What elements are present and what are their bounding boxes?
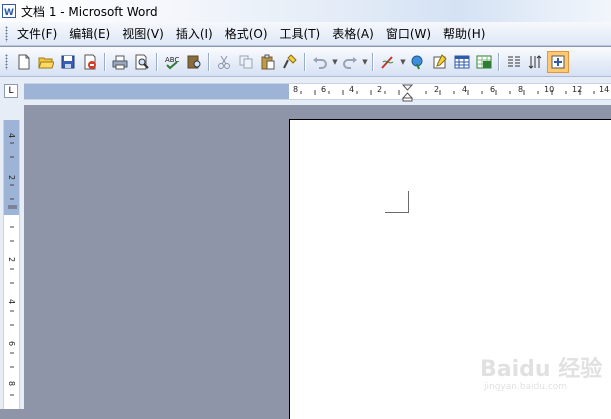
- title-bar: W 文档 1 - Microsoft Word: [0, 0, 611, 22]
- columns-icon[interactable]: [503, 51, 525, 73]
- print-icon[interactable]: [109, 51, 131, 73]
- hyperlink-icon[interactable]: [407, 51, 429, 73]
- ink-icon[interactable]: [377, 51, 399, 73]
- hruler-label: 8: [518, 85, 524, 94]
- undo-icon[interactable]: [309, 51, 331, 73]
- hruler-label: 6: [321, 85, 327, 94]
- vruler-label: 4: [7, 132, 17, 139]
- hruler-label: 4: [462, 85, 468, 94]
- toolbar-separator: [208, 52, 210, 71]
- ink-dropdown-icon[interactable]: ▼: [399, 58, 407, 66]
- horizontal-ruler-area: L 8 6 4 2 2 4 6 8 10 12 14: [0, 77, 611, 105]
- hruler-label: 2: [377, 85, 383, 94]
- redo-icon[interactable]: [339, 51, 361, 73]
- paste-icon[interactable]: [257, 51, 279, 73]
- tables-borders-icon[interactable]: [429, 51, 451, 73]
- toolbar-separator: [156, 52, 158, 71]
- svg-text:W: W: [4, 8, 14, 17]
- menu-file[interactable]: 文件(F): [13, 25, 65, 42]
- menu-help[interactable]: 帮助(H): [439, 25, 493, 42]
- hruler-label: 6: [490, 85, 496, 94]
- menu-edit[interactable]: 编辑(E): [65, 25, 118, 42]
- open-folder-icon[interactable]: [35, 51, 57, 73]
- hruler-label: 12: [572, 85, 583, 94]
- toolbar-grip-handle[interactable]: [5, 53, 8, 70]
- hruler-label: 2: [434, 85, 440, 94]
- menu-bar: 文件(F) 编辑(E) 视图(V) 插入(I) 格式(O) 工具(T) 表格(A…: [0, 22, 611, 46]
- save-icon[interactable]: [57, 51, 79, 73]
- menu-format[interactable]: 格式(O): [221, 25, 276, 42]
- research-icon[interactable]: [183, 51, 205, 73]
- permission-icon[interactable]: [79, 51, 101, 73]
- vruler-label: 2: [7, 256, 17, 263]
- toolbar-separator: [372, 52, 374, 71]
- menu-table[interactable]: 表格(A): [328, 25, 382, 42]
- hruler-label: 4: [349, 85, 355, 94]
- text-boundary-corner-mark: [385, 191, 409, 213]
- drawing-icon[interactable]: [525, 51, 547, 73]
- print-preview-icon[interactable]: [131, 51, 153, 73]
- insert-excel-icon[interactable]: [473, 51, 495, 73]
- undo-dropdown-icon[interactable]: ▼: [331, 58, 339, 66]
- copy-icon[interactable]: [235, 51, 257, 73]
- menu-insert[interactable]: 插入(I): [172, 25, 221, 42]
- window-title: 文档 1 - Microsoft Word: [21, 4, 158, 19]
- hruler-label: 8: [293, 85, 299, 94]
- toolbar-separator: [498, 52, 500, 71]
- vruler-label: 6: [7, 340, 17, 347]
- new-document-icon[interactable]: [13, 51, 35, 73]
- menu-window[interactable]: 窗口(W): [382, 25, 439, 42]
- menu-view[interactable]: 视图(V): [118, 25, 172, 42]
- spelling-icon[interactable]: ABC: [161, 51, 183, 73]
- toolbar-separator: [304, 52, 306, 71]
- vruler-label: 8: [7, 380, 17, 387]
- watermark-sub-text: jingyan.baidu.com: [484, 382, 568, 392]
- menu-tools[interactable]: 工具(T): [276, 25, 329, 42]
- insert-table-icon[interactable]: [451, 51, 473, 73]
- cut-icon[interactable]: [213, 51, 235, 73]
- vruler-label: 2: [7, 174, 17, 181]
- hruler-label: 10: [544, 85, 555, 94]
- word-app-icon[interactable]: W: [2, 4, 16, 18]
- menu-grip-handle[interactable]: [5, 25, 8, 42]
- baidu-watermark-logo: Baidu 经验 jingyan.baidu.com: [480, 345, 610, 405]
- vruler-label: 4: [7, 298, 17, 305]
- hruler-label: 14: [599, 85, 610, 94]
- format-painter-icon[interactable]: [279, 51, 301, 73]
- toolbar-separator: [104, 52, 106, 71]
- watermark-main-text: Baidu 经验: [480, 357, 603, 382]
- standard-toolbar: ABC ▼ ▼ ▼: [0, 47, 611, 77]
- redo-dropdown-icon[interactable]: ▼: [361, 58, 369, 66]
- document-map-icon[interactable]: [547, 50, 569, 73]
